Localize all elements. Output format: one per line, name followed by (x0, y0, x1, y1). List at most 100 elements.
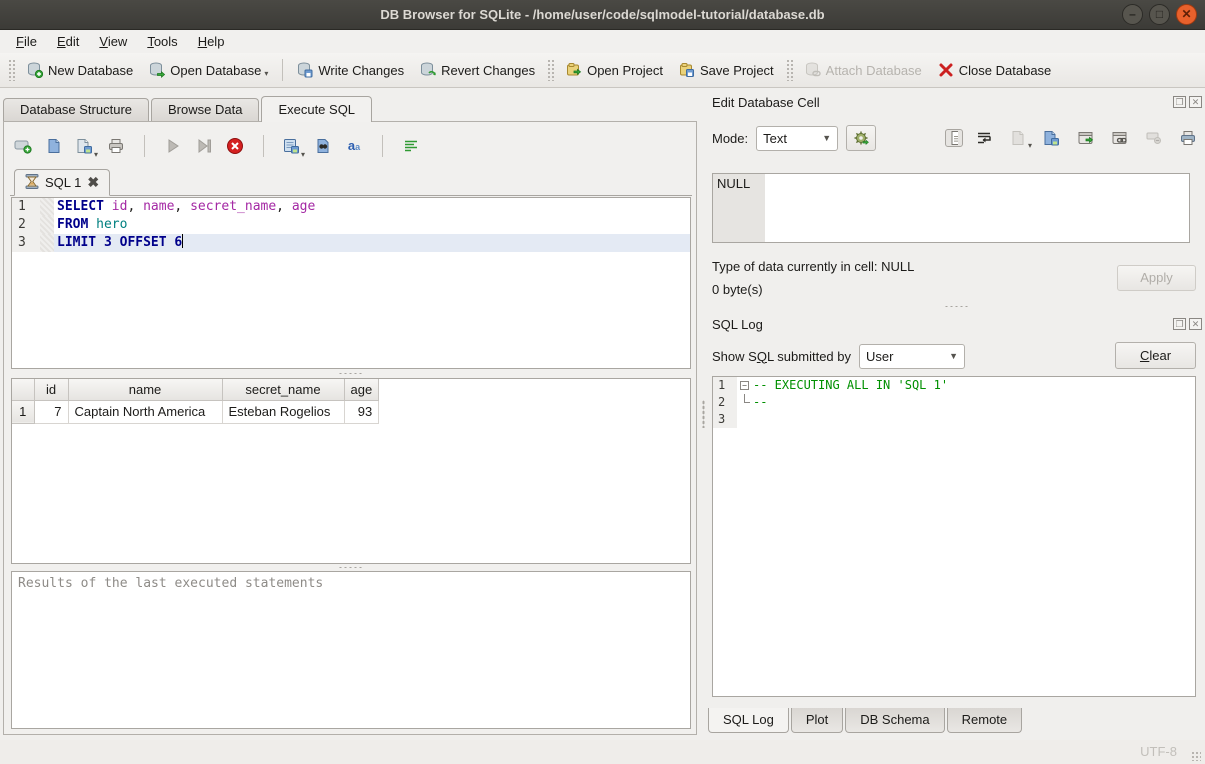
tab-execute-sql[interactable]: Execute SQL (261, 96, 372, 122)
execute-sql-panel: ▾ ▾ aa (3, 121, 697, 735)
toolbar-drag-handle[interactable] (786, 59, 793, 81)
editor-grid-splitter[interactable] (11, 370, 691, 377)
toolbar-drag-handle[interactable] (547, 59, 554, 81)
project-open-icon (566, 62, 582, 78)
find-replace-icon[interactable] (314, 137, 332, 155)
open-sql-file-icon[interactable] (45, 137, 63, 155)
export-save-icon[interactable] (1043, 129, 1061, 147)
menu-help[interactable]: Help (188, 31, 235, 52)
print-icon[interactable] (1179, 129, 1197, 147)
dock-tab-bar: SQL Log Plot DB Schema Remote (708, 708, 1024, 733)
sql-1-tab[interactable]: SQL 1 ✖ (14, 169, 110, 196)
link-icon[interactable] (1111, 129, 1129, 147)
open-project-button[interactable]: Open Project (558, 58, 671, 82)
window-title: DB Browser for SQLite - /home/user/code/… (380, 7, 824, 22)
print-icon[interactable] (107, 137, 125, 155)
database-write-icon (297, 62, 313, 78)
execute-current-line-icon (195, 137, 213, 155)
open-external-icon[interactable] (1077, 129, 1095, 147)
code-line[interactable]: 3LIMIT 3 OFFSET 6 (12, 234, 690, 252)
float-panel-icon[interactable]: ❐ (1173, 318, 1186, 330)
dock-tab-db-schema[interactable]: DB Schema (845, 708, 944, 733)
mode-gear-button[interactable] (846, 125, 876, 151)
auto-format-icon[interactable]: aa (345, 137, 363, 155)
dock-tab-remote[interactable]: Remote (947, 708, 1023, 733)
maximize-button[interactable]: □ (1149, 4, 1170, 25)
dock-tab-sql-log[interactable]: SQL Log (708, 708, 789, 733)
editor-toolbar-separator (263, 135, 264, 157)
title-bar: DB Browser for SQLite - /home/user/code/… (0, 0, 1205, 30)
menu-view[interactable]: View (89, 31, 137, 52)
menu-file[interactable]: File (6, 31, 47, 52)
dock-tab-plot[interactable]: Plot (791, 708, 843, 733)
log-line: 1 − -- EXECUTING ALL IN 'SQL 1' (713, 377, 1195, 394)
sql-editor-toolbar: ▾ ▾ aa (14, 132, 420, 160)
code-line[interactable]: 1SELECT id, name, secret_name, age (12, 198, 690, 216)
clear-button[interactable]: Clear (1115, 342, 1196, 369)
column-header-age[interactable]: age (344, 379, 379, 400)
menu-edit[interactable]: Edit (47, 31, 89, 52)
row-number[interactable]: 1 (12, 400, 34, 423)
cell-secret-name[interactable]: Esteban Rogelios (222, 400, 344, 423)
log-filter-label: Show SQL submitted by (712, 349, 851, 364)
sql-code-editor[interactable]: 1SELECT id, name, secret_name, age2FROM … (11, 197, 691, 369)
editor-toolbar-separator (382, 135, 383, 157)
open-database-dropdown-arrow[interactable]: ▾ (264, 69, 268, 78)
save-sql-file-icon[interactable]: ▾ (76, 137, 94, 155)
code-line[interactable]: 2FROM hero (12, 216, 690, 234)
minimize-button[interactable]: – (1122, 4, 1143, 25)
float-panel-icon[interactable]: ❐ (1173, 96, 1186, 108)
sql-log-view[interactable]: 1 − -- EXECUTING ALL IN 'SQL 1' 2 -- 3 (712, 376, 1196, 697)
chevron-down-icon: ▼ (822, 133, 831, 143)
toolbar-drag-handle[interactable] (8, 59, 15, 81)
write-changes-button[interactable]: Write Changes (289, 58, 412, 82)
cell-id[interactable]: 7 (34, 400, 68, 423)
save-results-icon[interactable]: ▾ (283, 137, 301, 155)
edit-cell-header: Edit Database Cell ❐ ✕ (712, 93, 1202, 111)
close-database-button[interactable]: Close Database (930, 58, 1060, 82)
cell-name[interactable]: Captain North America (68, 400, 222, 423)
save-results-dropdown-arrow[interactable]: ▾ (301, 150, 305, 159)
save-sql-dropdown-arrow[interactable]: ▾ (94, 150, 98, 159)
close-panel-icon[interactable]: ✕ (1189, 96, 1202, 108)
stop-icon[interactable] (226, 137, 244, 155)
open-tab-icon[interactable] (14, 137, 32, 155)
new-database-button[interactable]: New Database (19, 58, 141, 82)
column-header-secret-name[interactable]: secret_name (222, 379, 344, 400)
word-wrap-icon[interactable] (402, 137, 420, 155)
word-wrap-icon[interactable] (975, 129, 993, 147)
status-bar: UTF-8 (0, 740, 1205, 764)
import-icon: ▾ (1009, 129, 1027, 147)
edit-cell-title: Edit Database Cell (712, 95, 1170, 110)
resize-grip[interactable] (1191, 751, 1201, 761)
cell-editor[interactable]: NULL (712, 173, 1190, 243)
fold-marker-icon[interactable]: − (740, 381, 749, 390)
close-database-icon (938, 62, 954, 78)
encoding-indicator[interactable]: UTF-8 (1140, 744, 1177, 759)
submitted-by-combobox[interactable]: User ▼ (859, 344, 965, 369)
tab-browse-data[interactable]: Browse Data (151, 98, 259, 122)
text-mode-icon[interactable] (945, 129, 963, 147)
close-button[interactable]: ✕ (1176, 4, 1197, 25)
gear-icon (853, 130, 869, 146)
column-header-id[interactable]: id (34, 379, 68, 400)
mode-combobox[interactable]: Text ▼ (756, 126, 838, 151)
editor-toolbar-separator (144, 135, 145, 157)
cell-age[interactable]: 93 (344, 400, 379, 423)
project-save-icon (679, 62, 695, 78)
sql-log-title: SQL Log (712, 317, 1170, 332)
corner-header[interactable] (12, 379, 34, 400)
menu-tools[interactable]: Tools (137, 31, 187, 52)
close-panel-icon[interactable]: ✕ (1189, 318, 1202, 330)
column-header-name[interactable]: name (68, 379, 222, 400)
text-cursor (182, 234, 183, 248)
grid-results-splitter[interactable] (11, 564, 691, 571)
database-new-icon (27, 62, 43, 78)
dock-splitter[interactable] (708, 302, 1205, 310)
close-tab-icon[interactable]: ✖ (87, 174, 99, 191)
panel-splitter[interactable] (699, 92, 707, 735)
tab-database-structure[interactable]: Database Structure (3, 98, 149, 122)
open-database-button[interactable]: Open Database ▾ (141, 58, 276, 82)
revert-changes-button[interactable]: Revert Changes (412, 58, 543, 82)
save-project-button[interactable]: Save Project (671, 58, 782, 82)
